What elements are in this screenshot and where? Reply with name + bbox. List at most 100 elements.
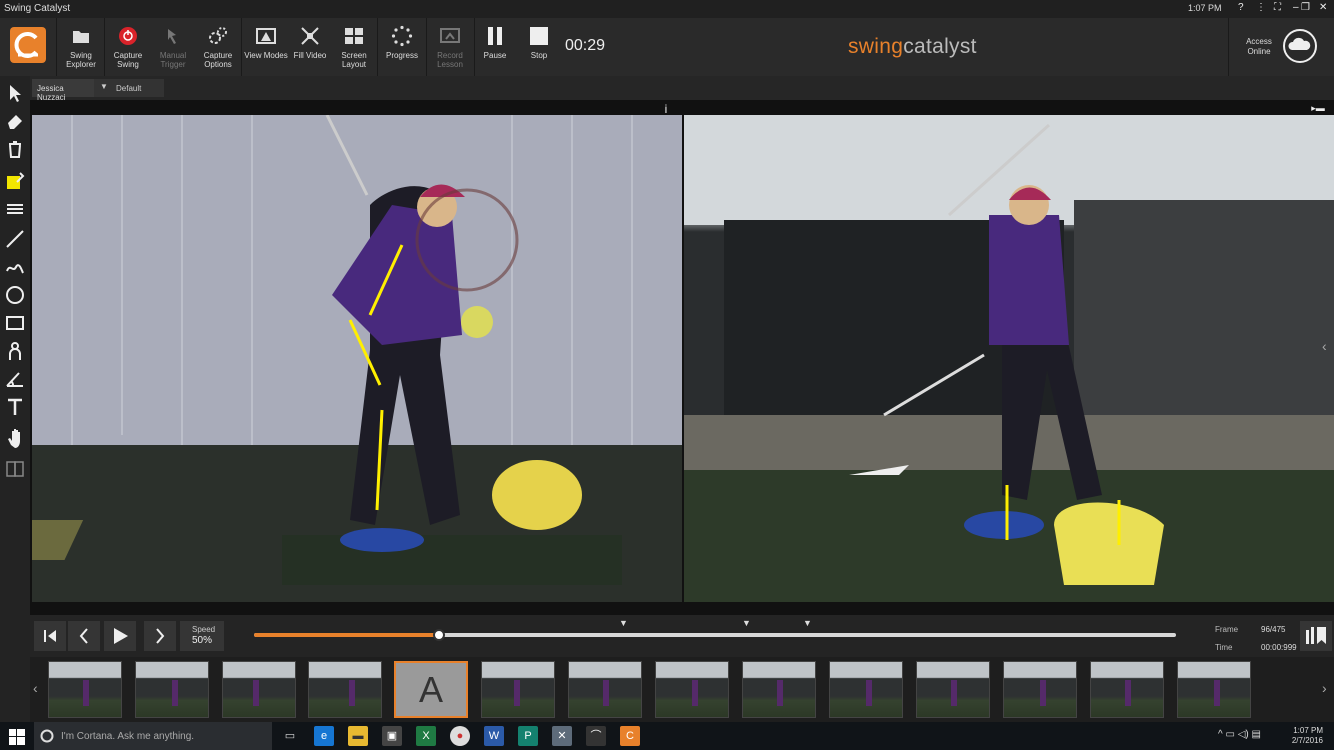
- pause-button[interactable]: Pause: [474, 18, 516, 76]
- select-arrow-icon[interactable]: [4, 82, 26, 104]
- publisher-icon[interactable]: P: [518, 726, 538, 746]
- circle-tool-icon[interactable]: [4, 284, 26, 306]
- bookmark-button[interactable]: [1300, 621, 1332, 651]
- chevron-right-icon[interactable]: ›: [1322, 680, 1327, 696]
- chevron-right-icon: [156, 628, 165, 644]
- skip-start-icon: [44, 630, 56, 642]
- screen-layout-button[interactable]: Screen Layout: [332, 18, 376, 76]
- frame-info: Frame Time 96/475 00:00:999: [1215, 625, 1297, 652]
- session-tab-bar: [30, 76, 1334, 100]
- drawing-toolbar: [0, 76, 30, 722]
- chrome-icon[interactable]: ●: [450, 726, 470, 746]
- frame-thumbnail[interactable]: [135, 661, 209, 718]
- eraser-icon[interactable]: [4, 110, 26, 132]
- play-icon: [114, 628, 128, 644]
- view-modes-icon: [256, 28, 276, 44]
- timeline-marker-icon[interactable]: ▼: [742, 618, 751, 628]
- video-right-camera[interactable]: [684, 115, 1334, 602]
- frame-thumbnail[interactable]: [568, 661, 642, 718]
- frame-thumbnail[interactable]: [1177, 661, 1251, 718]
- play-button[interactable]: [104, 621, 136, 651]
- restore-button[interactable]: ❐: [1301, 2, 1310, 13]
- record-lesson-icon: [440, 28, 460, 43]
- capture-options-button[interactable]: Capture Options: [196, 18, 240, 76]
- store-icon[interactable]: ▣: [382, 726, 402, 746]
- video-left-camera[interactable]: [32, 115, 682, 602]
- word-icon[interactable]: W: [484, 726, 504, 746]
- trigger-icon: [168, 29, 176, 44]
- swing-catalyst-task-icon[interactable]: C: [620, 726, 640, 746]
- first-frame-button[interactable]: [34, 621, 66, 651]
- app-icon[interactable]: ⌒: [586, 726, 606, 746]
- options-button[interactable]: ⋮: [1256, 2, 1266, 13]
- cloud-icon[interactable]: [1282, 28, 1318, 64]
- compare-tool-icon[interactable]: [4, 458, 26, 480]
- system-tray-icons[interactable]: ^ ▭ ◁) ▤: [1218, 729, 1261, 740]
- recording-timer: 00:29: [565, 37, 606, 54]
- stop-button[interactable]: Stop: [518, 18, 560, 76]
- color-picker-icon[interactable]: [4, 170, 26, 192]
- progress-button[interactable]: Progress: [380, 18, 424, 76]
- previous-frame-button[interactable]: [68, 621, 100, 651]
- fullscreen-button[interactable]: ⛶: [1274, 2, 1281, 13]
- help-button[interactable]: ?: [1238, 2, 1244, 13]
- text-tool-icon[interactable]: [4, 396, 26, 418]
- timeline-marker-icon[interactable]: ▼: [803, 618, 812, 628]
- chevron-right-icon[interactable]: ‹: [1322, 338, 1327, 354]
- app-icon[interactable]: ✕: [552, 726, 572, 746]
- frame-thumbnail[interactable]: [655, 661, 729, 718]
- cortana-search-input[interactable]: I'm Cortana. Ask me anything.: [34, 722, 272, 750]
- close-button[interactable]: ✕: [1319, 2, 1327, 13]
- angle-tool-icon[interactable]: [4, 368, 26, 390]
- manual-trigger-button[interactable]: Manual Trigger: [150, 18, 196, 76]
- capture-swing-button[interactable]: Capture Swing: [106, 18, 150, 76]
- main-toolbar: Swing Explorer Capture Swing Manual Trig…: [0, 18, 1334, 76]
- brand-logo: swingcatalyst: [848, 35, 977, 58]
- taskbar-clock[interactable]: 1:07 PM 2/7/2016: [1283, 726, 1323, 746]
- speed-control[interactable]: Speed 50%: [180, 621, 224, 651]
- timeline-scrubber-handle[interactable]: [433, 629, 445, 641]
- line-width-icon[interactable]: [4, 198, 26, 220]
- frame-thumbnail[interactable]: [481, 661, 555, 718]
- task-view-icon[interactable]: ▭: [280, 726, 300, 746]
- chevron-left-icon[interactable]: ‹: [33, 680, 38, 696]
- excel-icon[interactable]: X: [416, 726, 436, 746]
- minimize-button[interactable]: –: [1293, 2, 1299, 13]
- line-tool-icon[interactable]: [4, 228, 26, 250]
- windows-start-icon[interactable]: [9, 729, 25, 745]
- frame-thumbnail[interactable]: [48, 661, 122, 718]
- timeline-marker-icon[interactable]: ▼: [619, 618, 628, 628]
- title-clock: 1:07 PM: [1188, 3, 1222, 13]
- fill-video-button[interactable]: Fill Video: [288, 18, 332, 76]
- freehand-tool-icon[interactable]: [4, 256, 26, 278]
- rectangle-tool-icon[interactable]: [4, 312, 26, 334]
- cortana-icon: [40, 729, 54, 743]
- hand-tool-icon[interactable]: [4, 426, 26, 448]
- frame-thumbnail[interactable]: [829, 661, 903, 718]
- chevron-left-icon: [79, 628, 88, 644]
- tab-default-profile[interactable]: ▼ Default: [94, 79, 164, 97]
- swing-explorer-button[interactable]: Swing Explorer: [58, 18, 104, 76]
- pause-icon: [488, 27, 502, 45]
- frame-thumbnail[interactable]: [308, 661, 382, 718]
- bookmark-icon: [1306, 627, 1326, 644]
- trash-icon[interactable]: [4, 138, 26, 160]
- frame-thumbnail[interactable]: [1090, 661, 1164, 718]
- window-title: Swing Catalyst: [4, 3, 71, 14]
- frame-thumbnail[interactable]: [222, 661, 296, 718]
- layout-icon: [345, 28, 363, 44]
- view-modes-button[interactable]: View Modes: [244, 18, 288, 76]
- next-frame-button[interactable]: [144, 621, 176, 651]
- edge-icon[interactable]: e: [314, 726, 334, 746]
- timeline-progress: [254, 633, 439, 637]
- title-bar: Swing Catalyst 1:07 PM ? ⋮ ⛶ – ❐ ✕: [0, 0, 1334, 18]
- record-lesson-button[interactable]: Record Lesson: [428, 18, 472, 76]
- file-explorer-icon[interactable]: ▬: [348, 726, 368, 746]
- app-logo-icon: [10, 27, 46, 63]
- body-tool-icon[interactable]: [4, 340, 26, 362]
- frame-thumbnail[interactable]: [916, 661, 990, 718]
- frame-thumbnail[interactable]: [742, 661, 816, 718]
- frame-thumbnail-selected[interactable]: A: [394, 661, 468, 718]
- frame-thumbnail[interactable]: [1003, 661, 1077, 718]
- tab-user[interactable]: Jessica Nuzzaci: [32, 79, 94, 102]
